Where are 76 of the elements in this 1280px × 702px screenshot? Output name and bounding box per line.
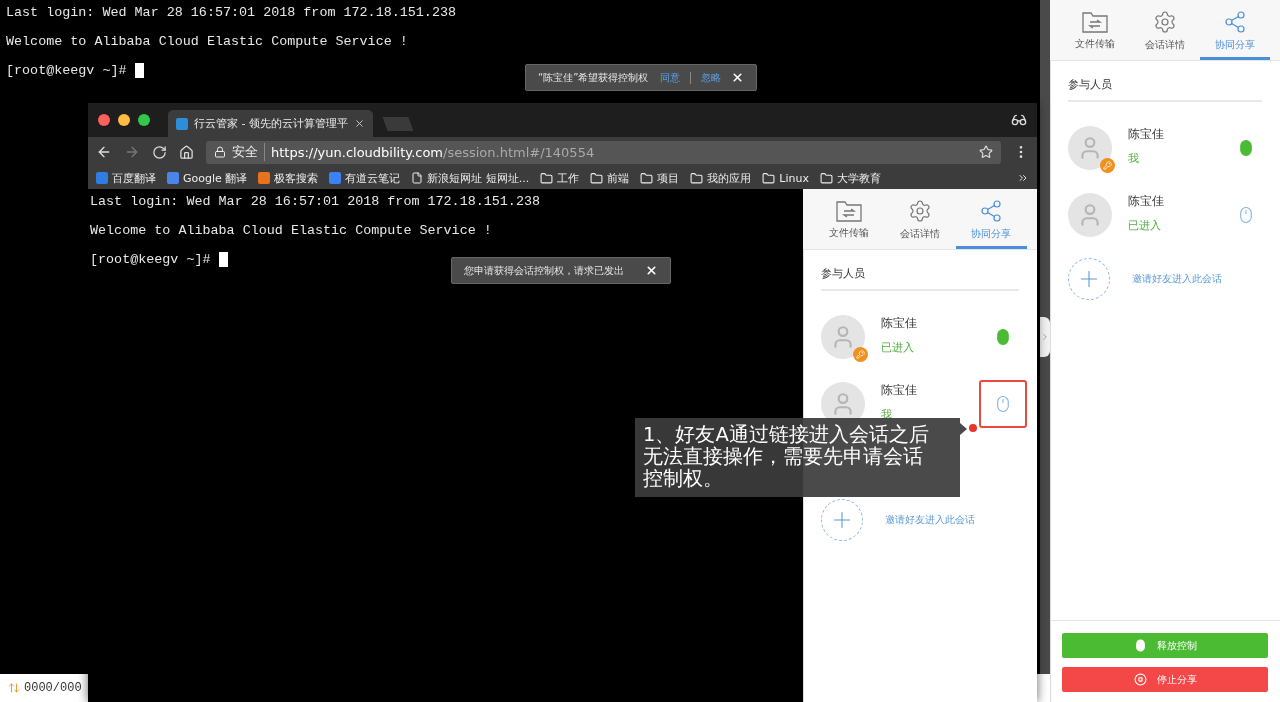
back-button[interactable] <box>96 144 112 160</box>
folder-icon <box>762 171 776 185</box>
terminal-line: Last login: Wed Mar 28 16:57:01 2018 from 172.18.151.238 <box>6 4 457 21</box>
bookmark[interactable]: 前端 <box>590 170 630 186</box>
tab-title: 行云管家 - 领先的云计算管理平 <box>194 116 348 131</box>
folder-icon <box>690 171 704 185</box>
folder-transfer-icon <box>1082 10 1108 33</box>
settings-icon <box>1153 9 1177 34</box>
stop-share-button[interactable]: 停止分享 <box>1062 667 1268 692</box>
notification-message: “陈宝佳”希望获得控制权 <box>538 70 650 85</box>
panel-tab[interactable]: 会话详情 <box>1130 0 1200 60</box>
close-icon[interactable] <box>353 118 365 129</box>
close-button[interactable] <box>645 264 658 277</box>
bookmark[interactable]: Linux <box>762 171 809 185</box>
participant-status: 我 <box>1128 150 1140 166</box>
reload-button[interactable] <box>152 144 167 160</box>
participant-status: 我 <box>881 406 893 422</box>
cursor <box>218 252 228 267</box>
more-bookmarks-button[interactable] <box>1017 172 1029 184</box>
terminal-line: Welcome to Alibaba Cloud Elastic Compute Service ! <box>90 222 493 239</box>
chevron-icon <box>1040 332 1050 342</box>
cursor <box>134 63 144 78</box>
folder-transfer-icon <box>835 199 862 222</box>
bookmark[interactable]: 我的应用 <box>690 170 752 186</box>
participant-name: 陈宝佳 <box>881 314 918 332</box>
browser-tab[interactable]: 行云管家 - 领先的云计算管理平 <box>168 110 373 137</box>
transfer-icon <box>8 682 20 694</box>
url-text: https://yun.cloudbility.com/session.html#/140554 <box>271 144 596 160</box>
participant-name: 陈宝佳 <box>1128 125 1165 143</box>
bookmark[interactable]: 大学教育 <box>819 170 881 186</box>
security-label: 安全 <box>232 143 265 161</box>
bookmark[interactable]: Google 翻译 <box>167 170 248 186</box>
share-icon <box>1223 9 1247 34</box>
folder-icon <box>540 171 554 185</box>
panel-tab[interactable]: 会话详情 <box>884 189 956 249</box>
page-icon <box>411 172 424 184</box>
stop-icon <box>1133 673 1147 686</box>
home-button[interactable] <box>179 144 194 160</box>
close-light[interactable] <box>98 114 110 126</box>
panel-tab[interactable]: 文件传输 <box>813 189 885 249</box>
bookmark[interactable]: 新浪短网址 短网址... <box>411 170 530 186</box>
terminal-line: Welcome to Alibaba Cloud Elastic Compute Service ! <box>6 33 409 50</box>
terminal-prompt: [root@keegv ~]# <box>6 62 127 79</box>
collapse-handle[interactable] <box>1040 317 1050 357</box>
section-title: 参与人员 <box>821 264 1019 291</box>
share-icon <box>979 198 1004 223</box>
participant-name: 陈宝佳 <box>1128 192 1165 210</box>
marker-dot <box>969 424 977 432</box>
participant-name: 陈宝佳 <box>881 381 918 399</box>
bookmark[interactable]: 项目 <box>640 170 680 186</box>
address-bar[interactable]: 安全 https://yun.cloudbility.com/session.html#/140554 <box>206 140 1001 164</box>
participant-status: 已进入 <box>881 339 915 355</box>
minimize-light[interactable] <box>118 114 130 126</box>
panel-tab[interactable]: 文件传输 <box>1060 0 1130 60</box>
section-title: 参与人员 <box>1068 75 1262 102</box>
folder-icon <box>590 171 604 185</box>
transfer-count: 0000/000 <box>24 681 82 695</box>
bookmark[interactable]: 百度翻译 <box>96 170 156 186</box>
mouse-icon <box>1133 639 1147 652</box>
terminal-prompt: [root@keegv ~]# <box>90 251 211 268</box>
close-button[interactable] <box>731 71 744 84</box>
bookmark[interactable]: 有道云笔记 <box>329 170 401 186</box>
bookmark[interactable]: 极客搜索 <box>258 170 319 186</box>
settings-icon <box>908 198 932 223</box>
zoom-light[interactable] <box>138 114 150 126</box>
terminal-line: Last login: Wed Mar 28 16:57:01 2018 from 172.18.151.238 <box>90 193 541 210</box>
bookmark[interactable]: 工作 <box>540 170 580 186</box>
notification-message: 您申请获得会话控制权，请求已发出 <box>464 263 625 278</box>
star-icon[interactable] <box>979 145 993 159</box>
folder-icon <box>819 171 833 185</box>
glasses-icon <box>1011 112 1027 128</box>
folder-icon <box>640 171 654 185</box>
lock-icon <box>214 146 226 158</box>
tab-favicon <box>176 117 188 130</box>
participant-status: 已进入 <box>1128 217 1162 233</box>
annotation-text: 1、好友A通过链接进入会话之后无法直接操作，需要先申请会话控制权。 <box>643 424 930 490</box>
